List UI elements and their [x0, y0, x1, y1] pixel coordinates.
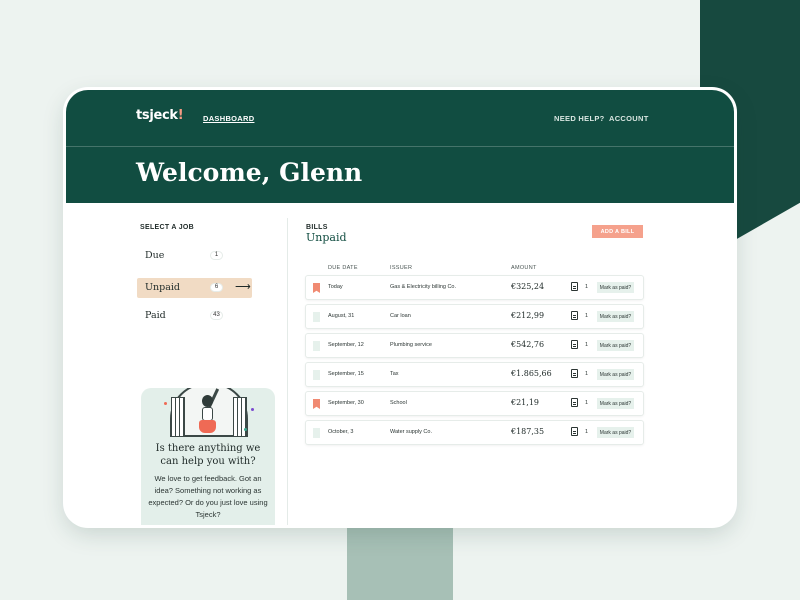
bill-issuer: School [390, 400, 407, 406]
column-header-issuer: ISSUER [390, 265, 413, 271]
document-icon[interactable] [571, 282, 578, 291]
confetti-dot [244, 428, 247, 431]
job-count-badge: 6 [210, 283, 223, 292]
bill-issuer: Tax [390, 371, 399, 377]
bill-issuer: Plumbing service [390, 342, 432, 348]
help-heading: Is there anything we can help you with? [155, 443, 261, 467]
bookmark-flag-icon[interactable] [313, 312, 320, 322]
bill-issuer: Gas & Electricity billing Co. [390, 284, 457, 290]
bills-heading: BILLS [306, 224, 328, 231]
logo-mark: ! [177, 108, 184, 123]
bookmark-flag-icon[interactable] [313, 428, 320, 438]
header: tsjeck! DASHBOARD NEED HELP? ACCOUNT Wel… [66, 90, 734, 203]
bill-row[interactable]: Today Gas & Electricity billing Co. €325… [306, 276, 643, 299]
help-text: We love to get feedback. Got an idea? So… [148, 474, 268, 519]
document-count: 1 [585, 342, 589, 348]
nav-need-help[interactable]: NEED HELP? [554, 114, 605, 123]
document-icon[interactable] [571, 427, 578, 436]
document-count: 1 [585, 429, 589, 435]
document-count: 1 [585, 313, 589, 319]
person-head-illustration [202, 395, 213, 407]
bill-row[interactable]: September, 15 Tax €1.865,66 1 Mark as pa… [306, 363, 643, 386]
bookmark-flag-icon[interactable] [313, 399, 320, 409]
nav-dashboard[interactable]: DASHBOARD [203, 114, 254, 123]
document-icon[interactable] [571, 311, 578, 320]
column-header-amount: AMOUNT [511, 265, 537, 271]
job-count-badge: 1 [210, 251, 223, 260]
bill-row[interactable]: August, 31 Car loan €212,99 1 Mark as pa… [306, 305, 643, 328]
person-body-illustration [202, 407, 213, 421]
document-icon[interactable] [571, 340, 578, 349]
bill-due-date: Today [328, 284, 343, 290]
bill-due-date: September, 15 [328, 371, 364, 377]
shutter-left-illustration [171, 397, 185, 437]
nav-account[interactable]: ACCOUNT [609, 114, 649, 123]
job-count-badge: 43 [210, 311, 223, 320]
bill-row[interactable]: September, 30 School €21,19 1 Mark as pa… [306, 392, 643, 415]
decor-grey-shape [347, 520, 453, 600]
bill-amount: €212,99 [511, 311, 545, 320]
job-item-unpaid[interactable]: Unpaid 6 ⟶ [137, 278, 252, 298]
page-title: Welcome, Glenn [136, 158, 363, 187]
mark-as-paid-button[interactable]: Mark as paid? [597, 398, 634, 409]
document-icon[interactable] [571, 398, 578, 407]
help-card: Is there anything we can help you with? … [141, 388, 275, 525]
bill-due-date: September, 30 [328, 400, 364, 406]
bill-issuer: Water supply Co. [390, 429, 432, 435]
bill-amount: €325,24 [511, 282, 545, 291]
job-item-paid[interactable]: Paid 43 [137, 306, 252, 326]
bill-row[interactable]: September, 12 Plumbing service €542,76 1… [306, 334, 643, 357]
arrow-right-icon: ⟶ [235, 281, 251, 293]
header-divider [66, 146, 734, 147]
logo[interactable]: tsjeck! [136, 108, 184, 123]
bill-amount: €21,19 [511, 398, 539, 407]
document-count: 1 [585, 371, 589, 377]
confetti-dot [251, 408, 254, 411]
shutter-right-illustration [233, 397, 247, 437]
bill-amount: €542,76 [511, 340, 545, 349]
job-item-due[interactable]: Due 1 [137, 246, 252, 266]
app-window: tsjeck! DASHBOARD NEED HELP? ACCOUNT Wel… [66, 90, 734, 525]
bill-issuer: Car loan [390, 313, 411, 319]
logo-text: tsjeck [136, 108, 178, 123]
confetti-dot [164, 402, 167, 405]
add-bill-button[interactable]: ADD A BILL [592, 225, 643, 238]
column-divider [287, 218, 288, 525]
document-count: 1 [585, 400, 589, 406]
bill-row[interactable]: October, 3 Water supply Co. €187,35 1 Ma… [306, 421, 643, 444]
job-label: Unpaid [145, 282, 180, 293]
job-label: Due [145, 250, 165, 261]
mark-as-paid-button[interactable]: Mark as paid? [597, 369, 634, 380]
bookmark-flag-icon[interactable] [313, 283, 320, 293]
column-header-due-date: DUE DATE [328, 265, 358, 271]
bill-due-date: August, 31 [328, 313, 355, 319]
bookmark-flag-icon[interactable] [313, 341, 320, 351]
document-count: 1 [585, 284, 589, 290]
bill-amount: €187,35 [511, 427, 545, 436]
bill-amount: €1.865,66 [511, 369, 552, 378]
bills-subheading: Unpaid [306, 231, 347, 244]
document-icon[interactable] [571, 369, 578, 378]
select-job-heading: SELECT A JOB [140, 224, 195, 231]
bookmark-flag-icon[interactable] [313, 370, 320, 380]
job-label: Paid [145, 310, 166, 321]
mark-as-paid-button[interactable]: Mark as paid? [597, 282, 634, 293]
person-skirt-illustration [199, 420, 216, 433]
mark-as-paid-button[interactable]: Mark as paid? [597, 340, 634, 351]
bill-due-date: September, 12 [328, 342, 364, 348]
mark-as-paid-button[interactable]: Mark as paid? [597, 311, 634, 322]
mark-as-paid-button[interactable]: Mark as paid? [597, 427, 634, 438]
bill-due-date: October, 3 [328, 429, 354, 435]
